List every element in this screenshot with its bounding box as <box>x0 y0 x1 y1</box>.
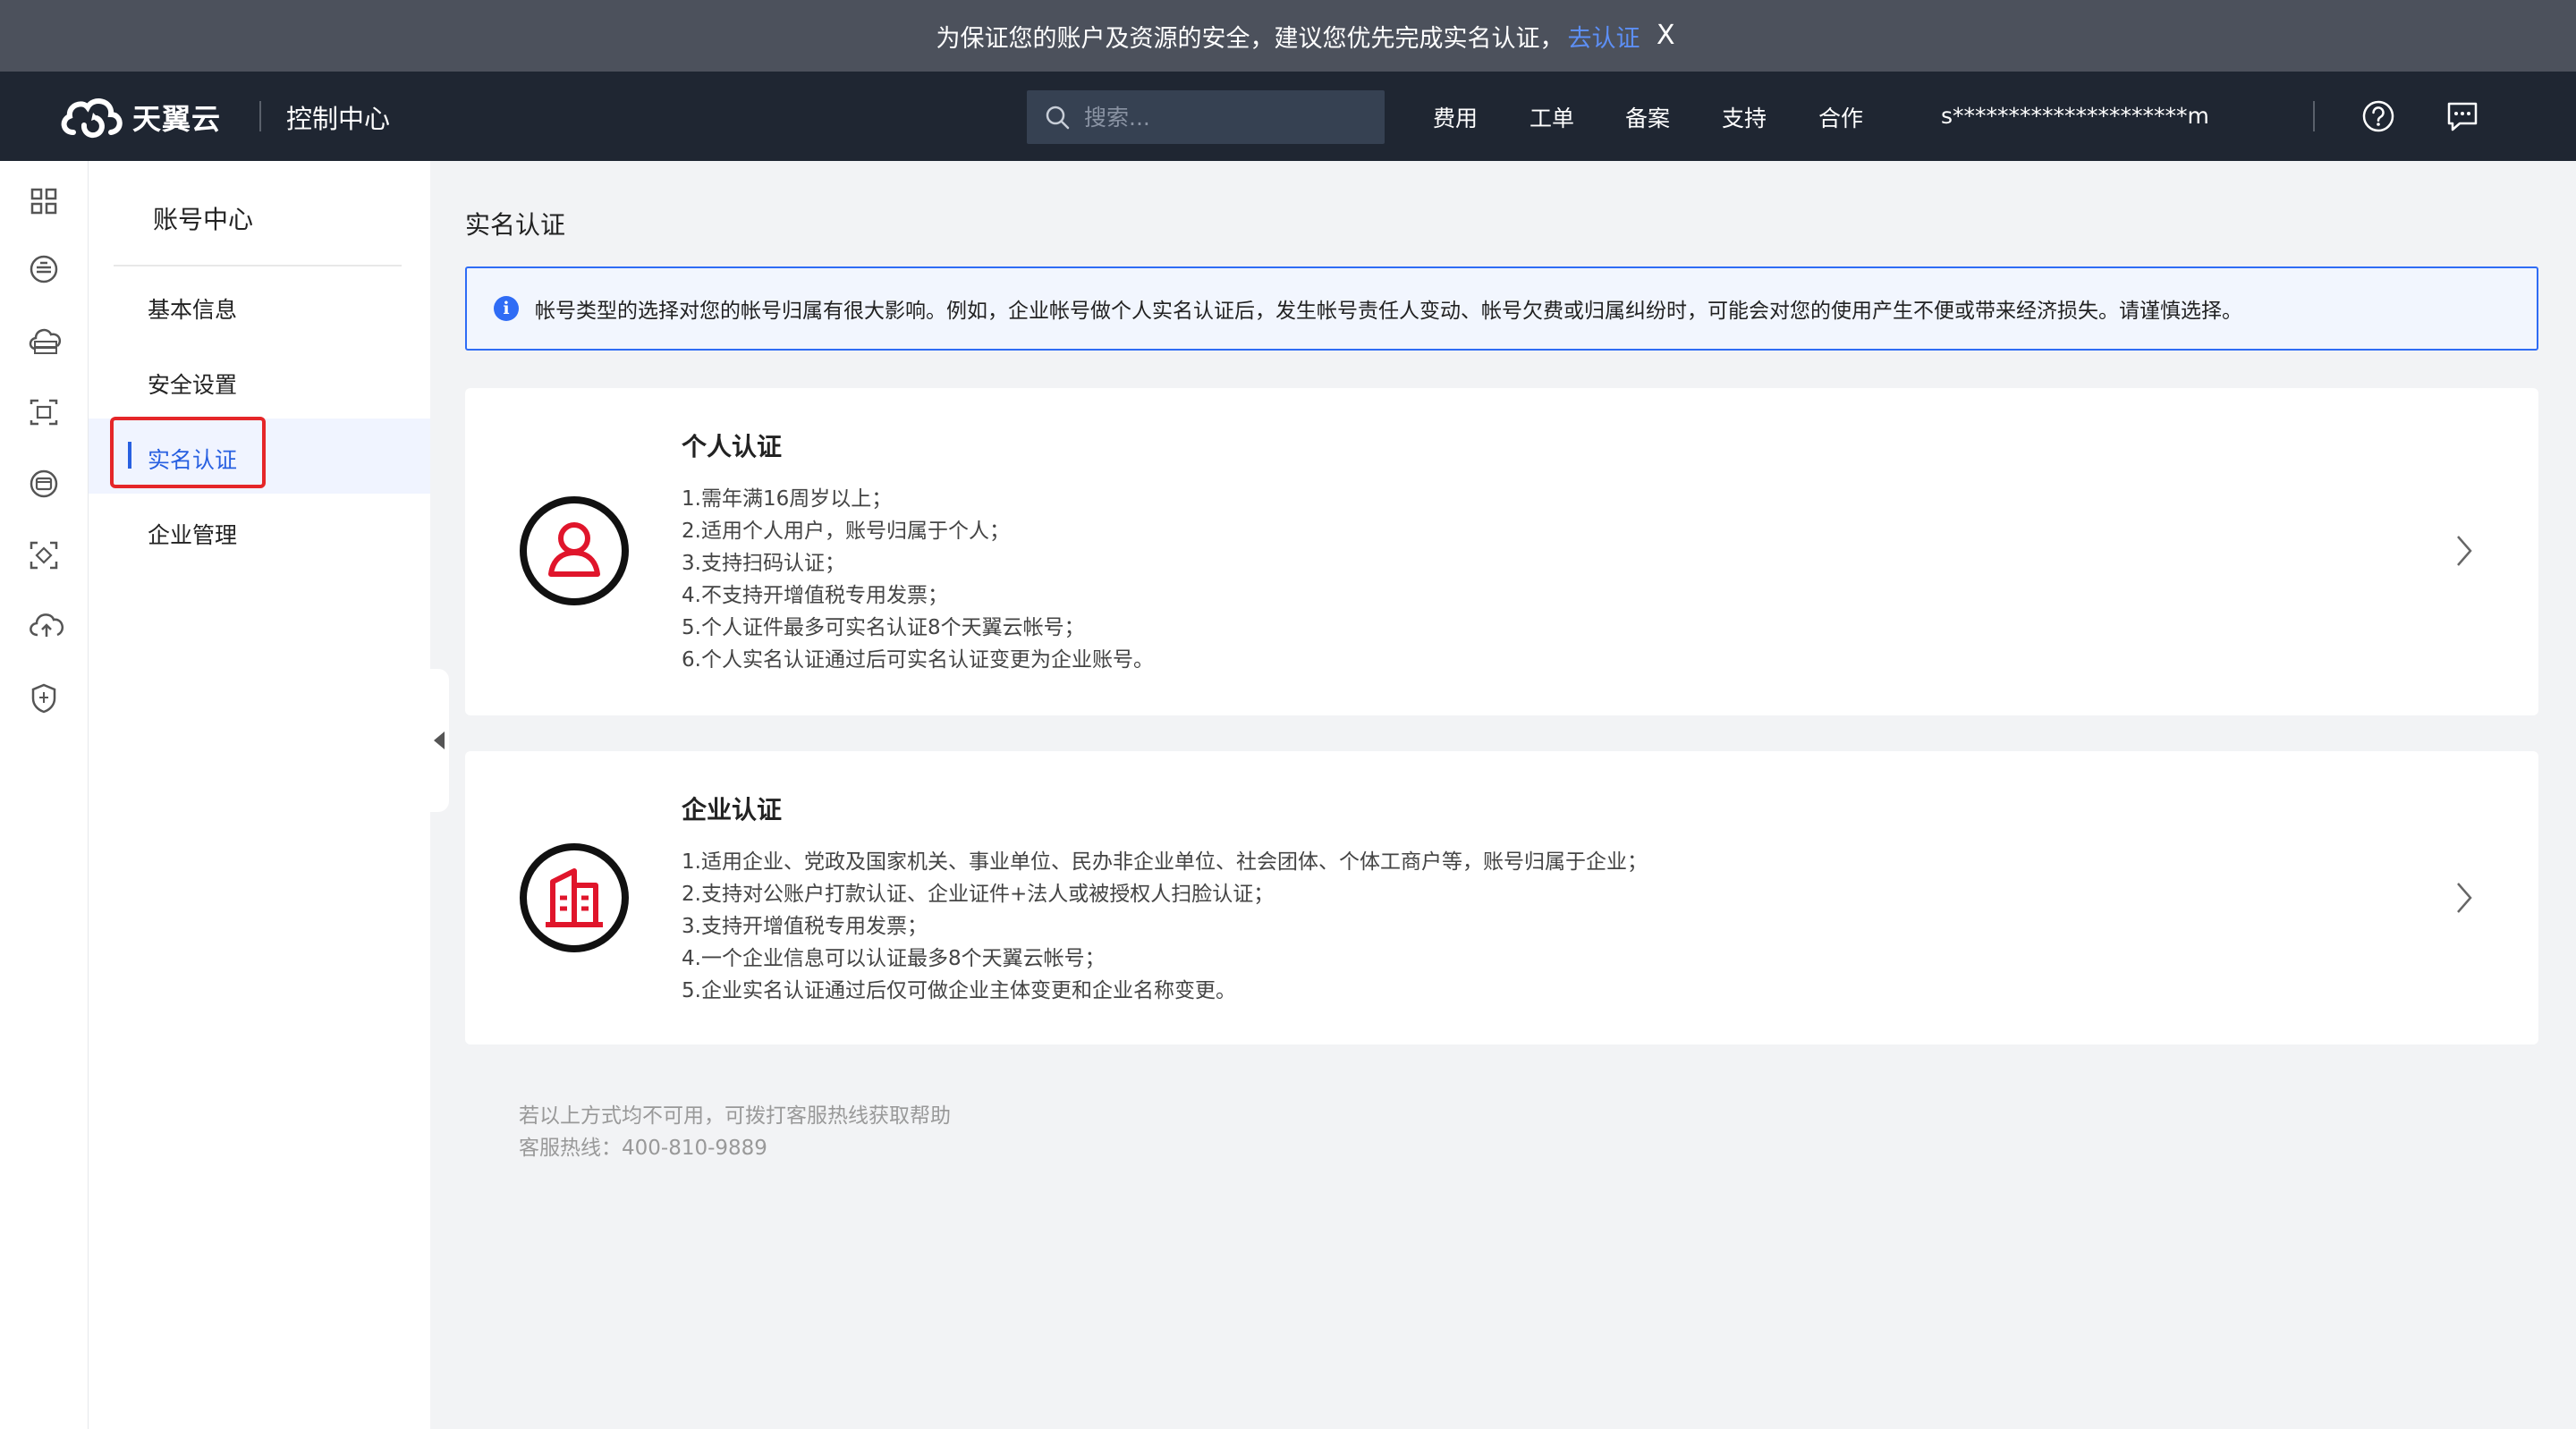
compass-icon[interactable] <box>27 252 61 286</box>
shield-icon[interactable] <box>27 681 61 715</box>
chevron-right-icon[interactable] <box>2451 531 2478 571</box>
info-alert: i 帐号类型的选择对您的帐号归属有很大影响。例如，企业帐号做个人实名认证后，发生… <box>465 266 2538 351</box>
sidebar-item-label: 安全设置 <box>148 372 238 398</box>
search-input[interactable] <box>1082 103 1372 131</box>
chevron-right-icon[interactable] <box>2451 878 2478 917</box>
scan-icon[interactable] <box>27 538 61 572</box>
building-icon <box>520 843 629 952</box>
nav-cooperation[interactable]: 合作 <box>1818 101 1863 133</box>
list-item: 4.一个企业信息可以认证最多8个天翼云帐号； <box>682 947 1106 970</box>
card-title: 个人认证 <box>682 432 783 461</box>
notice-close-button[interactable]: X <box>1657 20 1675 51</box>
account-sidebar: 账号中心 基本信息 安全设置 实名认证 企业管理 <box>89 161 430 1429</box>
info-icon: i <box>494 296 519 321</box>
requirements-list: 1.适用企业、党政及国家机关、事业单位、民办非企业单位、社会团体、个体工商户等，… <box>682 846 1648 1007</box>
nav-fees[interactable]: 费用 <box>1433 101 1478 133</box>
sidebar-item-label: 基本信息 <box>148 297 238 323</box>
sidebar-item-security[interactable]: 安全设置 <box>89 343 430 419</box>
list-item: 5.个人证件最多可实名认证8个天翼云帐号； <box>682 616 1085 639</box>
account-name[interactable]: s*********************m <box>1941 103 2209 129</box>
list-item: 3.支持扫码认证； <box>682 552 845 575</box>
verify-link[interactable]: 去认证 <box>1568 19 1640 54</box>
personal-verification-card[interactable]: 个人认证 1.需年满16周岁以上； 2.适用个人用户，账号归属于个人； 3.支持… <box>465 388 2538 715</box>
sidebar-title: 账号中心 <box>153 205 254 234</box>
card-title: 企业认证 <box>682 795 783 824</box>
cloud-server-icon[interactable] <box>27 324 64 358</box>
list-item: 5.企业实名认证通过后仅可做企业主体变更和企业名称变更。 <box>682 979 1236 1002</box>
requirements-list: 1.需年满16周岁以上； 2.适用个人用户，账号归属于个人； 3.支持扫码认证；… <box>682 483 1154 676</box>
list-item: 2.适用个人用户，账号归属于个人； <box>682 520 1010 543</box>
highlight-box <box>110 417 266 488</box>
list-item: 1.需年满16周岁以上； <box>682 487 893 511</box>
sidebar-item-label: 企业管理 <box>148 522 238 548</box>
list-item: 1.适用企业、党政及国家机关、事业单位、民办非企业单位、社会团体、个体工商户等，… <box>682 850 1648 874</box>
cloud-logo-icon <box>61 98 123 139</box>
help-text: 若以上方式均不可用，可拨打客服热线获取帮助 客服热线：400-810-9889 <box>519 1100 951 1164</box>
top-header: 天翼云 控制中心 费用 工单 备案 支持 合作 s***************… <box>0 72 2576 161</box>
message-icon[interactable] <box>2445 99 2479 133</box>
network-icon[interactable] <box>27 395 61 429</box>
nav-support[interactable]: 支持 <box>1722 101 1767 133</box>
cloud-upload-icon[interactable] <box>27 608 66 642</box>
person-icon <box>520 496 629 605</box>
nav-filing[interactable]: 备案 <box>1625 101 1670 133</box>
dashboard-grid-icon[interactable] <box>27 184 61 218</box>
list-item: 6.个人实名认证通过后可实名认证变更为企业账号。 <box>682 648 1154 672</box>
header-divider-right <box>2313 101 2315 131</box>
hotline: 客服热线：400-810-9889 <box>519 1137 767 1160</box>
console-title[interactable]: 控制中心 <box>286 98 390 136</box>
list-item: 4.不支持开增值税专用发票； <box>682 584 948 607</box>
logo[interactable]: 天翼云 <box>57 93 221 141</box>
list-item: 2.支持对公账户打款认证、企业证件+法人或被授权人扫脸认证； <box>682 883 1275 906</box>
enterprise-verification-card[interactable]: 企业认证 1.适用企业、党政及国家机关、事业单位、民办非企业单位、社会团体、个体… <box>465 751 2538 1044</box>
help-icon[interactable] <box>2361 99 2395 133</box>
help-line: 若以上方式均不可用，可拨打客服热线获取帮助 <box>519 1104 951 1128</box>
storage-icon[interactable] <box>27 467 61 501</box>
list-item: 3.支持开增值税专用发票； <box>682 915 928 938</box>
collapse-arrow-icon <box>434 731 445 749</box>
search-box[interactable] <box>1027 90 1385 144</box>
header-divider <box>259 101 261 131</box>
info-text: 帐号类型的选择对您的帐号归属有很大影响。例如，企业帐号做个人实名认证后，发生帐号… <box>535 300 2242 323</box>
sidebar-collapse-button[interactable] <box>429 669 449 812</box>
sidebar-item-real-name[interactable]: 实名认证 <box>89 417 430 494</box>
nav-tickets[interactable]: 工单 <box>1530 101 1574 133</box>
icon-rail <box>0 161 89 1429</box>
brand-name: 天翼云 <box>132 102 222 136</box>
search-icon <box>1046 106 1070 130</box>
page-title: 实名认证 <box>465 210 566 240</box>
sidebar-item-basic-info[interactable]: 基本信息 <box>89 268 430 343</box>
notice-bar: 为保证您的账户及资源的安全，建议您优先完成实名认证， 去认证 X <box>0 0 2576 72</box>
notice-text: 为保证您的账户及资源的安全，建议您优先完成实名认证， <box>936 24 1564 53</box>
sidebar-divider <box>114 265 402 266</box>
sidebar-item-enterprise[interactable]: 企业管理 <box>89 494 430 569</box>
